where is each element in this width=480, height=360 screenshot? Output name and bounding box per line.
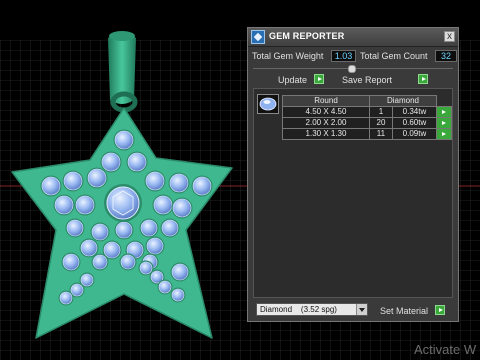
gem-weight: 0.09tw xyxy=(391,128,438,140)
row-select-button[interactable] xyxy=(436,106,452,118)
small-gem xyxy=(120,254,136,270)
gem-count: 1 xyxy=(369,106,393,118)
update-button[interactable] xyxy=(314,74,324,84)
center-gem xyxy=(104,184,142,222)
set-material-button[interactable] xyxy=(435,305,445,315)
small-gem xyxy=(91,223,109,241)
row-select-button[interactable] xyxy=(436,128,452,140)
gem-report-table: Round Diamond 4.50 X 4.50 1 0.34tw 2.00 … xyxy=(282,95,452,140)
round-gem-icon[interactable] xyxy=(257,94,279,114)
small-gem xyxy=(87,168,107,188)
small-gem xyxy=(158,280,172,294)
small-gem xyxy=(115,221,133,239)
small-gem xyxy=(114,130,134,150)
save-report-button[interactable] xyxy=(418,74,428,84)
small-gem xyxy=(127,152,147,172)
gem-reporter-panel: GEM REPORTER x Total Gem Weight 1.03 Tot… xyxy=(247,27,459,322)
small-gem xyxy=(172,198,192,218)
gem-size: 2.00 X 2.00 xyxy=(282,117,370,129)
slider-knob[interactable] xyxy=(348,65,356,73)
set-material-button-label[interactable]: Set Material xyxy=(380,306,428,316)
table-row[interactable]: 2.00 X 2.00 20 0.60tw xyxy=(282,117,452,129)
small-gem xyxy=(192,176,212,196)
totals-row: Total Gem Weight 1.03 Total Gem Count 32 xyxy=(252,50,457,64)
small-gem xyxy=(54,195,74,215)
play-arrow-icon xyxy=(441,110,446,114)
total-gem-weight-label: Total Gem Weight xyxy=(252,51,324,61)
small-gem xyxy=(171,263,189,281)
gem-size: 4.50 X 4.50 xyxy=(282,106,370,118)
small-gem xyxy=(70,283,84,297)
close-icon[interactable]: x xyxy=(444,31,455,42)
row-select-button[interactable] xyxy=(436,117,452,129)
table-row[interactable]: 4.50 X 4.50 1 0.34tw xyxy=(282,106,452,118)
small-gem xyxy=(161,219,179,237)
small-gem xyxy=(80,273,94,287)
small-gem xyxy=(145,171,165,191)
play-arrow-icon xyxy=(441,121,446,125)
small-gem xyxy=(59,291,73,305)
gem-weight: 0.60tw xyxy=(391,117,438,129)
small-gem xyxy=(92,254,108,270)
table-header-row: Round Diamond xyxy=(282,95,452,107)
gem-size: 1.30 X 1.30 xyxy=(282,128,370,140)
small-gem xyxy=(171,288,185,302)
small-gem xyxy=(62,253,80,271)
small-gem xyxy=(63,171,83,191)
small-gem xyxy=(146,237,164,255)
dropdown-arrow-icon[interactable] xyxy=(356,304,367,315)
total-gem-count-value: 32 xyxy=(435,50,457,62)
col-header-material: Diamond xyxy=(369,95,437,107)
small-gem xyxy=(80,239,98,257)
small-gem xyxy=(75,195,95,215)
total-gem-count-label: Total Gem Count xyxy=(360,51,428,61)
material-select[interactable]: Diamond (3.52 spg) xyxy=(256,303,368,316)
material-select-value: Diamond (3.52 spg) xyxy=(260,305,337,314)
panel-title: GEM REPORTER xyxy=(269,31,345,41)
small-gem xyxy=(101,152,121,172)
title-bar[interactable]: GEM REPORTER x xyxy=(248,28,458,47)
update-button-label[interactable]: Update xyxy=(278,75,307,85)
save-report-button-label[interactable]: Save Report xyxy=(342,75,392,85)
gem-count: 20 xyxy=(369,117,393,129)
small-gem xyxy=(103,241,121,259)
gem-weight: 0.34tw xyxy=(391,106,438,118)
col-header-shape: Round xyxy=(282,95,370,107)
table-row[interactable]: 1.30 X 1.30 11 0.09tw xyxy=(282,128,452,140)
small-gem xyxy=(153,195,173,215)
small-gem xyxy=(139,261,153,275)
gem-reporter-app-icon xyxy=(251,30,265,44)
pendant-bail xyxy=(108,31,138,113)
activate-windows-watermark: Activate W xyxy=(414,342,477,357)
small-gem xyxy=(41,176,61,196)
small-gem xyxy=(140,219,158,237)
total-gem-weight-value: 1.03 xyxy=(331,50,356,62)
gem-report-area: Round Diamond 4.50 X 4.50 1 0.34tw 2.00 … xyxy=(253,88,453,298)
small-gem xyxy=(66,219,84,237)
play-arrow-icon xyxy=(441,132,446,136)
small-gem xyxy=(169,173,189,193)
gem-count: 11 xyxy=(369,128,393,140)
